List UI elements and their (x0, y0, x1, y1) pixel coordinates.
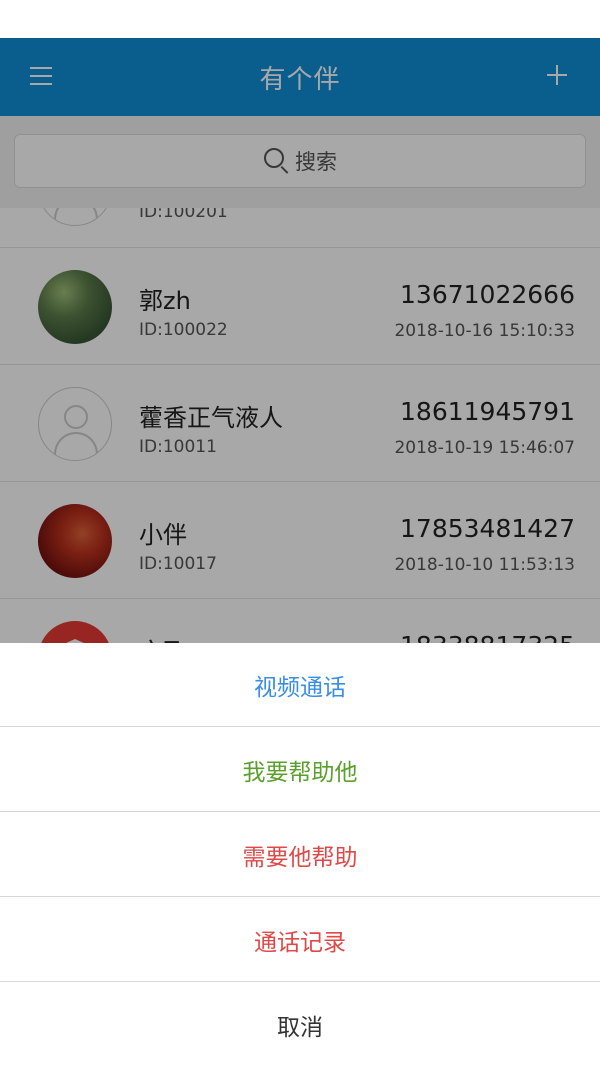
video-call-button[interactable]: 视频通话 (0, 643, 600, 727)
help-them-button[interactable]: 我要帮助他 (0, 728, 600, 812)
need-help-button[interactable]: 需要他帮助 (0, 813, 600, 897)
action-sheet: 视频通话 我要帮助他 需要他帮助 通话记录 取消 (0, 643, 600, 1067)
status-bar (0, 0, 600, 38)
call-history-button[interactable]: 通话记录 (0, 898, 600, 982)
cancel-button[interactable]: 取消 (0, 983, 600, 1067)
